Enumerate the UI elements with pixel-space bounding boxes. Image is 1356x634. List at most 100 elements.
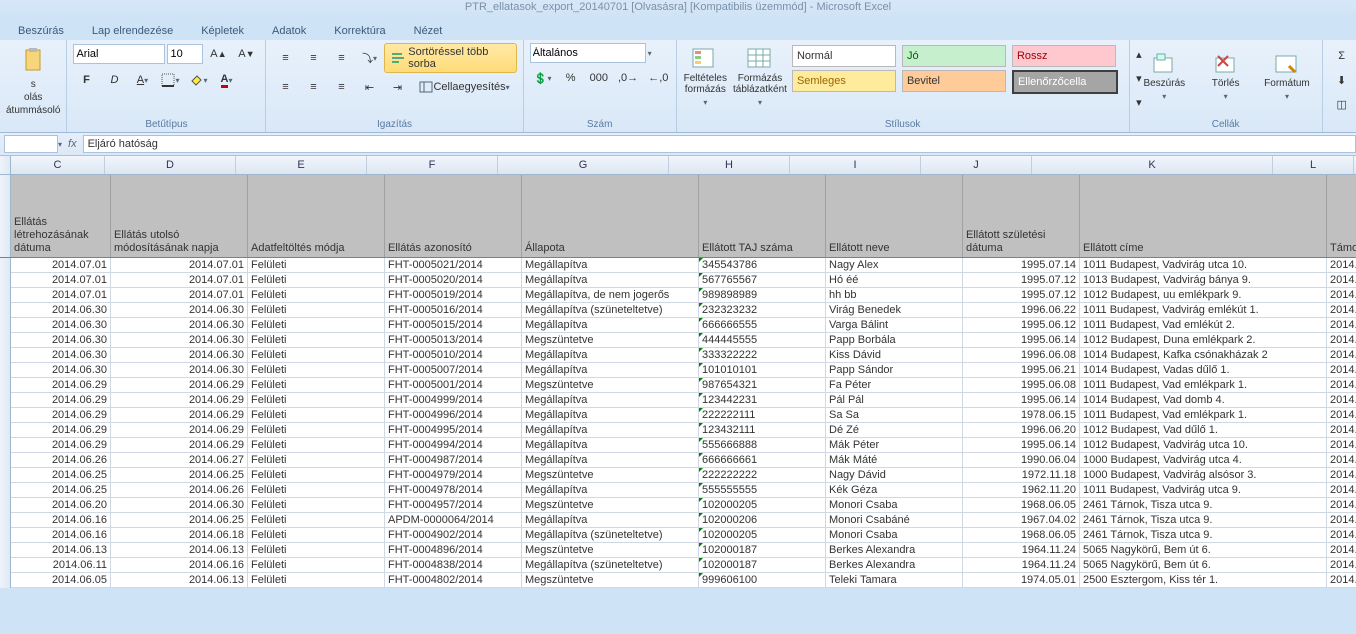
- cell[interactable]: FHT-0004896/2014: [385, 543, 522, 558]
- align-middle-icon[interactable]: ≡: [300, 47, 326, 69]
- cell[interactable]: Teleki Tamara: [826, 573, 963, 588]
- cell[interactable]: FHT-0004995/2014: [385, 423, 522, 438]
- clear-icon[interactable]: ◫: [1329, 93, 1355, 115]
- column-header-D[interactable]: D: [105, 156, 236, 174]
- column-header-I[interactable]: I: [790, 156, 921, 174]
- cell[interactable]: 999606100: [699, 573, 826, 588]
- cell[interactable]: 2014.07.01: [11, 258, 111, 273]
- cell[interactable]: Monori Csaba: [826, 528, 963, 543]
- cell[interactable]: 2014.06.30: [11, 318, 111, 333]
- cell[interactable]: 232323232: [699, 303, 826, 318]
- cell[interactable]: FHT-0004987/2014: [385, 453, 522, 468]
- table-header[interactable]: Ellátott neve: [826, 175, 963, 257]
- table-row[interactable]: 2014.06.052014.06.13FelületiFHT-0004802/…: [0, 573, 1356, 588]
- percent-icon[interactable]: %: [558, 67, 584, 89]
- cell[interactable]: 1968.06.05: [963, 528, 1080, 543]
- table-row[interactable]: 2014.07.012014.07.01FelületiFHT-0005021/…: [0, 258, 1356, 273]
- table-row[interactable]: 2014.06.292014.06.29FelületiFHT-0005001/…: [0, 378, 1356, 393]
- cell[interactable]: Felületi: [248, 513, 385, 528]
- cell[interactable]: 2461 Tárnok, Tisza utca 9.: [1080, 513, 1327, 528]
- bold-button[interactable]: F: [73, 69, 99, 91]
- cell[interactable]: hh bb: [826, 288, 963, 303]
- cell[interactable]: 2014.06.16: [11, 513, 111, 528]
- cell[interactable]: Megállapítva: [522, 258, 699, 273]
- cell[interactable]: 1011 Budapest, Vad emlékút 2.: [1080, 318, 1327, 333]
- cell[interactable]: 2014.06.30: [11, 348, 111, 363]
- cell[interactable]: 1974.05.01: [963, 573, 1080, 588]
- cell[interactable]: 1000 Budapest, Vadvirág alsósor 3.: [1080, 468, 1327, 483]
- table-header[interactable]: Adatfeltöltés módja: [248, 175, 385, 257]
- style-check[interactable]: Ellenőrzőcella: [1012, 70, 1118, 94]
- table-row[interactable]: 2014.06.302014.06.30FelületiFHT-0005013/…: [0, 333, 1356, 348]
- cell[interactable]: 1968.06.05: [963, 498, 1080, 513]
- fx-icon[interactable]: fx: [68, 138, 77, 150]
- table-header[interactable]: Ellátott címe: [1080, 175, 1327, 257]
- insert-cells-button[interactable]: Beszúrás▾: [1136, 43, 1193, 111]
- cell[interactable]: 2014.06.29: [11, 438, 111, 453]
- cell[interactable]: 2014.06.18: [111, 528, 248, 543]
- cell[interactable]: FHT-0004999/2014: [385, 393, 522, 408]
- indent-decrease-icon[interactable]: ⇤: [356, 76, 382, 98]
- table-header[interactable]: Ellátás azonosító: [385, 175, 522, 257]
- name-box-dropdown-icon[interactable]: ▾: [58, 140, 62, 149]
- tab-view[interactable]: Nézet: [400, 22, 457, 40]
- wrap-text-button[interactable]: Sortöréssel több sorba: [384, 43, 516, 73]
- cell[interactable]: 102000187: [699, 543, 826, 558]
- formula-input[interactable]: Eljáró hatóság: [83, 135, 1356, 153]
- cell[interactable]: 2014.06.05: [11, 573, 111, 588]
- cell[interactable]: 345543786: [699, 258, 826, 273]
- cell[interactable]: Felületi: [248, 273, 385, 288]
- cell[interactable]: Felületi: [248, 258, 385, 273]
- align-top-icon[interactable]: ≡: [272, 47, 298, 69]
- cell[interactable]: FHT-0005001/2014: [385, 378, 522, 393]
- cell[interactable]: 2461 Tárnok, Tisza utca 9.: [1080, 498, 1327, 513]
- cell[interactable]: 2014.06.01: [1327, 483, 1356, 498]
- cell[interactable]: Kiss Dávid: [826, 348, 963, 363]
- cell[interactable]: Megállapítva: [522, 363, 699, 378]
- cell[interactable]: 1014 Budapest, Kafka csónakházak 2: [1080, 348, 1327, 363]
- cell[interactable]: Megállapítva: [522, 453, 699, 468]
- cell[interactable]: Megállapítva (szüneteltetve): [522, 303, 699, 318]
- cell[interactable]: 1996.06.20: [963, 423, 1080, 438]
- style-bad[interactable]: Rossz: [1012, 45, 1116, 67]
- merge-button[interactable]: Cellaegyesítés ▾: [412, 76, 516, 98]
- cell[interactable]: FHT-0005019/2014: [385, 288, 522, 303]
- cell[interactable]: Megállapítva: [522, 348, 699, 363]
- cell[interactable]: 1012 Budapest, Vad dűlő 1.: [1080, 423, 1327, 438]
- font-size[interactable]: [167, 44, 203, 64]
- cell[interactable]: FHT-0005016/2014: [385, 303, 522, 318]
- cell[interactable]: 1995.06.08: [963, 378, 1080, 393]
- cell[interactable]: Felületi: [248, 468, 385, 483]
- cell[interactable]: 2014.06.09: [1327, 498, 1356, 513]
- cell[interactable]: Felületi: [248, 558, 385, 573]
- cell[interactable]: FHT-0004957/2014: [385, 498, 522, 513]
- cell[interactable]: 2014.06.29: [111, 378, 248, 393]
- table-row[interactable]: 2014.06.112014.06.16FelületiFHT-0004838/…: [0, 558, 1356, 573]
- cell[interactable]: 2014.06.30: [11, 303, 111, 318]
- cell[interactable]: 1012 Budapest, Duna emlékpark 2.: [1080, 333, 1327, 348]
- cell[interactable]: 1012 Budapest, uu emlékpark 9.: [1080, 288, 1327, 303]
- cell[interactable]: FHT-0005010/2014: [385, 348, 522, 363]
- cell[interactable]: Felületi: [248, 378, 385, 393]
- cell[interactable]: 444445555: [699, 333, 826, 348]
- cell[interactable]: 2014.06.30: [111, 348, 248, 363]
- cell[interactable]: 2014.06.29: [111, 423, 248, 438]
- cell[interactable]: 666666661: [699, 453, 826, 468]
- indent-increase-icon[interactable]: ⇥: [384, 76, 410, 98]
- style-normal[interactable]: Normál: [792, 45, 896, 67]
- cell[interactable]: Megszüntetve: [522, 468, 699, 483]
- cell[interactable]: Megállapítva: [522, 513, 699, 528]
- spreadsheet-grid[interactable]: CDEFGHIJKL Ellátás létrehozásának dátuma…: [0, 156, 1356, 588]
- cell[interactable]: Nagy Alex: [826, 258, 963, 273]
- cell[interactable]: 102000205: [699, 498, 826, 513]
- cell[interactable]: Megállapítva: [522, 438, 699, 453]
- cell[interactable]: Hó éé: [826, 273, 963, 288]
- cell[interactable]: Megállapítva: [522, 423, 699, 438]
- cell[interactable]: 2014.06.25: [11, 468, 111, 483]
- table-row[interactable]: 2014.06.292014.06.29FelületiFHT-0004999/…: [0, 393, 1356, 408]
- cell[interactable]: Berkes Alexandra: [826, 558, 963, 573]
- cell[interactable]: 1000 Budapest, Vadvirág utca 4.: [1080, 453, 1327, 468]
- tab-formulas[interactable]: Képletek: [187, 22, 258, 40]
- cell[interactable]: 1011 Budapest, Vad emlékpark 1.: [1080, 378, 1327, 393]
- cell[interactable]: 333322222: [699, 348, 826, 363]
